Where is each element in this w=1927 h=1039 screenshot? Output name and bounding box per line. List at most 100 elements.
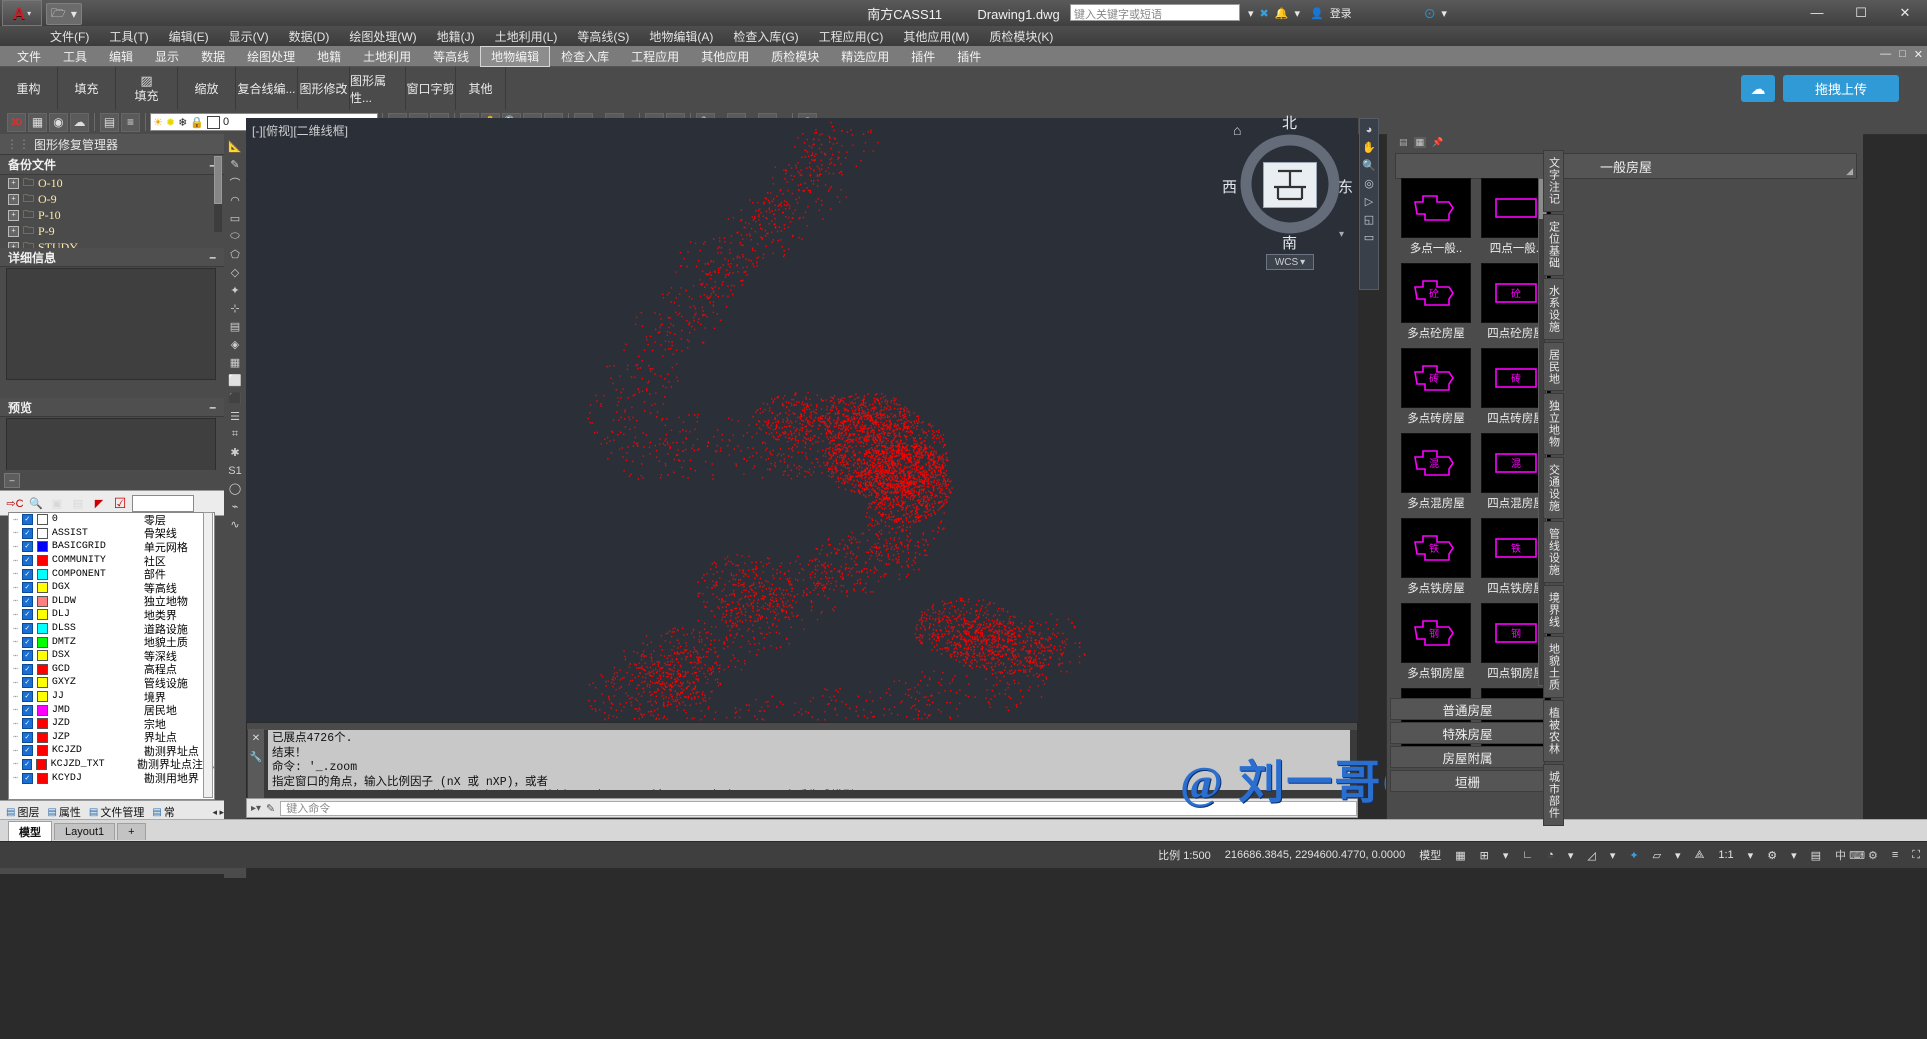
layer-visibility-checkbox[interactable]: ✓ <box>21 718 33 730</box>
scale-indicator[interactable]: 比例 1:500 <box>1151 842 1218 868</box>
pin-icon[interactable]: 📌 <box>1432 137 1443 148</box>
layer-color-swatch[interactable] <box>36 582 48 594</box>
bulb-icon[interactable]: ☀ <box>153 116 163 129</box>
symbol-cell[interactable]: 铁多点铁房屋 <box>1396 518 1476 603</box>
ribbon-button-5[interactable]: 图形修改 <box>298 67 350 110</box>
menu-item-10[interactable]: 检查入库(G) <box>723 26 808 47</box>
layer-row[interactable]: ⋯ ✓ COMPONENT 部件 <box>9 567 214 581</box>
menu-item-13[interactable]: 质检模块(K) <box>979 26 1063 47</box>
viewcube-west-label[interactable]: 西 <box>1222 176 1237 197</box>
wcs-selector[interactable]: WCS ▾ <box>1266 254 1314 270</box>
layer-row[interactable]: ⋯ ✓ 0 零层 <box>9 513 214 527</box>
layer-color-swatch[interactable] <box>36 731 48 743</box>
ribbon-tab-14[interactable]: 精选应用 <box>830 46 900 67</box>
drag-upload-button[interactable]: 拖拽上传 <box>1783 75 1899 102</box>
exchange-icon[interactable]: ✖ <box>1260 7 1269 20</box>
ribbon-button-6[interactable]: 图形属性... <box>350 67 406 110</box>
layer-color-swatch[interactable] <box>36 595 48 607</box>
expander-icon[interactable]: + <box>8 209 19 221</box>
ribbon-button-3[interactable]: 缩放 <box>178 67 236 110</box>
space-indicator[interactable]: 模型 <box>1412 842 1448 868</box>
cloud-upload-icon[interactable]: ☁ <box>1741 75 1775 102</box>
draw-tool-14-icon[interactable]: ⬛ <box>226 390 244 407</box>
draw-tool-2-icon[interactable]: ⌒ <box>226 174 244 191</box>
draw-tool-11-icon[interactable]: ◈ <box>226 336 244 353</box>
grip-icon[interactable]: ⋮⋮ <box>6 137 30 151</box>
ribbon-tab-7[interactable]: 土地利用 <box>352 46 422 67</box>
preview-section-header[interactable]: 预览 – <box>0 398 224 417</box>
dyn-ucs-icon[interactable]: ▱ <box>1646 842 1668 868</box>
bell-icon[interactable]: 🔔 <box>1275 7 1289 20</box>
ribbon-tab-9[interactable]: 地物编辑 <box>480 45 551 67</box>
category-tab-7[interactable]: 境界线 <box>1543 585 1564 634</box>
layer-color-swatch[interactable] <box>36 555 48 567</box>
layer-row[interactable]: ⋯ ✓ COMMUNITY 社区 <box>9 554 214 568</box>
collapse-icon[interactable]: – <box>4 472 20 488</box>
viewcube-south-label[interactable]: 南 <box>1282 232 1297 253</box>
layer-list-scrollbar[interactable] <box>203 512 213 798</box>
polar-icon[interactable]: ◔ <box>1540 842 1561 868</box>
ribbon-tab-8[interactable]: 等高线 <box>422 46 480 67</box>
layer-visibility-checkbox[interactable]: ✓ <box>21 745 33 757</box>
ribbon-tab-6[interactable]: 地籍 <box>306 46 352 67</box>
chevron-down-icon[interactable]: ▾ <box>1248 7 1254 20</box>
snap-icon[interactable]: ⊞ <box>1473 842 1496 868</box>
ribbon-tab-5[interactable]: 绘图处理 <box>236 46 306 67</box>
osnap-icon[interactable]: ◿ <box>1580 842 1602 868</box>
category-tab-4[interactable]: 独立地物 <box>1543 393 1564 455</box>
layer-color-swatch[interactable] <box>36 609 48 621</box>
layer-row[interactable]: ⋯ ✓ JMD 居民地 <box>9 703 214 717</box>
layer-visibility-checkbox[interactable]: ✓ <box>21 609 33 621</box>
annotation-scale-icon[interactable]: ⟁ <box>1688 842 1712 868</box>
draw-tool-0-icon[interactable]: 📐 <box>226 138 244 155</box>
layer-visibility-checkbox[interactable]: ✓ <box>21 731 33 743</box>
layer-filter-input[interactable] <box>132 494 194 512</box>
symbol-cell[interactable]: 砼多点砼房屋 <box>1396 263 1476 348</box>
draw-tool-5-icon[interactable]: ⬭ <box>226 228 244 245</box>
list-icon[interactable]: ▤ <box>1399 137 1408 148</box>
layer-visibility-checkbox[interactable]: ✓ <box>21 582 33 594</box>
layer-row[interactable]: ⋯ ✓ DSX 等深线 <box>9 649 214 663</box>
symbol-cell[interactable]: 多点一般.. <box>1396 178 1476 263</box>
pan-icon[interactable]: ✋ <box>1362 141 1376 154</box>
ribbon-button-7[interactable]: 窗口字剪 <box>406 67 456 110</box>
draw-tool-1-icon[interactable]: ✎ <box>226 156 244 173</box>
lookat-icon[interactable]: ◱ <box>1364 213 1374 226</box>
chevron-down-icon[interactable]: ▾ <box>1561 842 1581 868</box>
viewcube-east-label[interactable]: 东 <box>1338 176 1353 197</box>
chevron-down-icon[interactable]: ▾ <box>1300 257 1305 268</box>
camera-icon[interactable]: ◉ <box>49 112 68 132</box>
menu-item-0[interactable]: 文件(F) <box>40 26 99 47</box>
ribbon-button-0[interactable]: 重构 <box>0 67 58 110</box>
category-tab-8[interactable]: 地貌土质 <box>1543 636 1564 698</box>
new-layer-icon[interactable]: ⇨C <box>6 494 24 512</box>
layer-color-swatch[interactable] <box>36 745 48 757</box>
ribbon-tab-10[interactable]: 检查入库 <box>550 46 620 67</box>
menu-item-8[interactable]: 等高线(S) <box>567 26 639 47</box>
help-icon[interactable]: ⊙ <box>1424 5 1436 22</box>
draw-tool-9-icon[interactable]: ⊹ <box>226 300 244 317</box>
layer-visibility-checkbox[interactable]: ✓ <box>21 555 33 567</box>
view-cube-face[interactable] <box>1263 162 1317 208</box>
layer-color-swatch[interactable] <box>36 718 48 730</box>
draw-tool-3-icon[interactable]: ◠ <box>226 192 244 209</box>
layer-color-swatch[interactable] <box>36 677 48 689</box>
symbol-cell[interactable]: 砖多点砖房屋 <box>1396 348 1476 433</box>
layer-stack-icon[interactable]: ≡ <box>121 112 140 132</box>
command-window-grip[interactable] <box>247 723 1357 730</box>
ribbon-tab-0[interactable]: 文件 <box>6 46 52 67</box>
chevron-down-icon[interactable]: ▾ <box>1603 842 1623 868</box>
layout-tab-0[interactable]: 模型 <box>8 820 52 842</box>
category-tab-2[interactable]: 水系设施 <box>1543 278 1564 340</box>
zoom-icon[interactable]: 🔍 <box>1362 159 1376 172</box>
collapse-icon[interactable]: – <box>209 250 216 264</box>
menu-item-7[interactable]: 土地利用(L) <box>485 26 568 47</box>
sun-icon[interactable]: ✹ <box>166 116 175 129</box>
draw-tool-10-icon[interactable]: ▤ <box>226 318 244 335</box>
expander-icon[interactable]: + <box>8 225 19 237</box>
maximize-icon[interactable]: □ <box>1899 48 1906 61</box>
hardware-icon[interactable]: ▤ <box>1804 842 1828 868</box>
layer-row[interactable]: ⋯ ✓ KCYDJ 勘测用地界 <box>9 771 214 785</box>
freeze-icon[interactable]: ❄ <box>178 116 187 129</box>
draw-tool-18-icon[interactable]: S1 <box>226 462 244 479</box>
